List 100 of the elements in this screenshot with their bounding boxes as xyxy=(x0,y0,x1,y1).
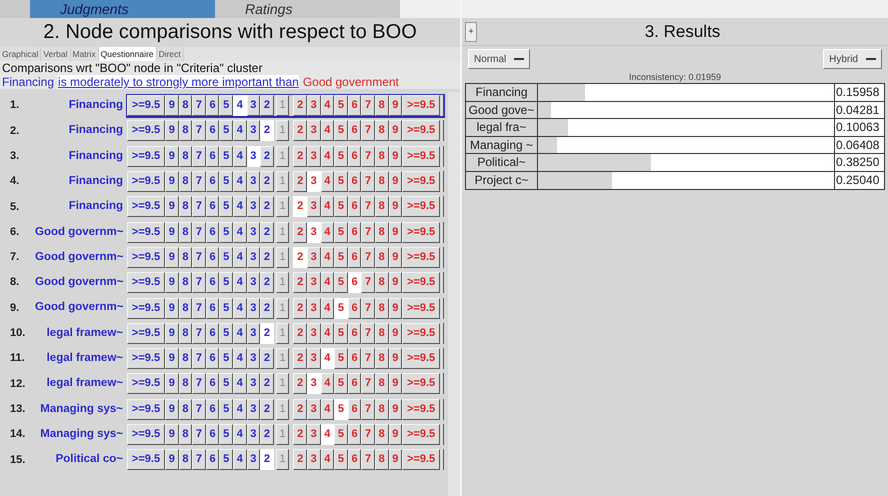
scale-cell[interactable]: 5 xyxy=(219,348,233,370)
mode-tab[interactable]: Verbal xyxy=(41,47,70,61)
scale-cell[interactable]: 3 xyxy=(246,94,260,116)
scale-cell[interactable]: 7 xyxy=(361,272,375,294)
scale-cell[interactable]: 7 xyxy=(361,246,375,268)
scale-cell[interactable]: 6 xyxy=(206,348,220,370)
scale-cell[interactable]: 5 xyxy=(334,373,348,394)
scale-cell[interactable]: 7 xyxy=(192,398,206,420)
scale-cell[interactable]: 5 xyxy=(219,246,233,268)
scale-cell[interactable]: 3 xyxy=(306,424,321,445)
scale-cell[interactable]: 7 xyxy=(361,196,375,218)
scale-cell[interactable]: 8 xyxy=(374,120,388,142)
mode-tab[interactable]: Matrix xyxy=(70,47,99,61)
scale-cell[interactable]: 6 xyxy=(206,171,220,192)
scale-cell[interactable]: 3 xyxy=(246,120,260,142)
scale-cell[interactable]: 4 xyxy=(232,348,247,370)
scale-cell[interactable]: 4 xyxy=(320,146,334,167)
scale-cell[interactable]: >=9.5 xyxy=(402,298,440,319)
scale-cell[interactable]: 4 xyxy=(320,348,334,370)
scale-cell[interactable]: 2 xyxy=(293,146,307,167)
scale-cell[interactable]: 6 xyxy=(206,398,220,420)
scale-cell[interactable]: 3 xyxy=(246,398,260,420)
scale-cell[interactable]: 8 xyxy=(374,196,388,218)
scale-cell[interactable]: 2 xyxy=(260,322,274,344)
scale-cell[interactable]: 3 xyxy=(306,196,321,218)
scale-cell[interactable]: 8 xyxy=(178,298,192,319)
scale-cell[interactable]: 7 xyxy=(361,222,375,243)
scale-cell[interactable]: 9 xyxy=(388,246,402,268)
scale-cell[interactable]: 2 xyxy=(293,171,307,192)
scale-cell[interactable]: 9 xyxy=(165,298,179,319)
scale-cell[interactable]: 8 xyxy=(374,348,388,370)
scale-cell[interactable]: >=9.5 xyxy=(127,171,165,192)
scale-cell[interactable]: 6 xyxy=(206,246,220,268)
scale-cell[interactable]: 8 xyxy=(178,171,192,192)
scale-cell[interactable]: 5 xyxy=(219,171,233,192)
scale-cell[interactable]: 8 xyxy=(178,322,192,344)
scale-cell[interactable]: 8 xyxy=(374,171,388,192)
top-tab[interactable]: Ratings xyxy=(215,0,400,18)
mode-tab[interactable]: Direct xyxy=(156,47,184,61)
scale-cell[interactable]: 4 xyxy=(232,272,247,294)
scale-cell[interactable]: 9 xyxy=(165,171,179,192)
scale-cell[interactable]: 2 xyxy=(260,449,274,470)
scale-cell[interactable]: 2 xyxy=(260,272,274,294)
scale-cell[interactable]: 9 xyxy=(388,94,402,116)
scale-cell[interactable]: 8 xyxy=(178,120,192,142)
scale-cell[interactable]: 4 xyxy=(320,94,334,116)
scale-cell[interactable]: 4 xyxy=(232,373,247,394)
scale-cell[interactable]: 8 xyxy=(374,94,388,116)
scale-cell[interactable]: 9 xyxy=(388,449,402,470)
scale-cell[interactable]: 3 xyxy=(306,222,321,243)
scale-cell[interactable]: 5 xyxy=(219,398,233,420)
scale-cell[interactable]: 6 xyxy=(348,424,362,445)
scale-cell[interactable]: 4 xyxy=(320,222,334,243)
scale-cell[interactable]: 1 xyxy=(276,298,290,319)
scale-cell[interactable]: 1 xyxy=(276,272,290,294)
scale-cell[interactable]: 8 xyxy=(374,398,388,420)
scale-cell[interactable]: 3 xyxy=(246,146,260,167)
scale-cell[interactable]: 2 xyxy=(293,298,307,319)
scale-cell[interactable]: 9 xyxy=(165,424,179,445)
scale-cell[interactable]: >=9.5 xyxy=(402,246,440,268)
scale-cell[interactable]: 8 xyxy=(374,373,388,394)
scale-cell[interactable]: 7 xyxy=(192,373,206,394)
scale-cell[interactable]: >=9.5 xyxy=(127,322,165,344)
scale-cell[interactable]: >=9.5 xyxy=(402,449,440,470)
scale-cell[interactable]: 2 xyxy=(260,398,274,420)
scale-cell[interactable]: 2 xyxy=(293,120,307,142)
scale-cell[interactable]: 3 xyxy=(306,298,321,319)
scale-cell[interactable]: 4 xyxy=(320,449,334,470)
scale-cell[interactable]: 8 xyxy=(178,398,192,420)
scale-cell[interactable]: 9 xyxy=(165,322,179,344)
scale-cell[interactable]: 5 xyxy=(334,298,348,319)
scale-cell[interactable]: 2 xyxy=(260,348,274,370)
scale-cell[interactable]: 9 xyxy=(388,146,402,167)
top-tab[interactable]: Judgments xyxy=(30,0,215,18)
scale-cell[interactable]: 5 xyxy=(334,348,348,370)
scale-cell[interactable]: 3 xyxy=(306,373,321,394)
scale-cell[interactable]: 9 xyxy=(165,373,179,394)
scale-cell[interactable]: 9 xyxy=(388,196,402,218)
scale-cell[interactable]: 9 xyxy=(388,322,402,344)
scale-cell[interactable]: 7 xyxy=(192,246,206,268)
scale-cell[interactable]: 8 xyxy=(374,424,388,445)
scale-cell[interactable]: 2 xyxy=(260,120,274,142)
scale-cell[interactable]: 6 xyxy=(206,373,220,394)
scale-cell[interactable]: 5 xyxy=(334,146,348,167)
scale-cell[interactable]: 9 xyxy=(165,222,179,243)
mode-dropdown[interactable]: Hybrid xyxy=(823,49,882,69)
scale-cell[interactable]: 3 xyxy=(246,449,260,470)
scale-cell[interactable]: 5 xyxy=(334,196,348,218)
scale-cell[interactable]: 6 xyxy=(206,298,220,319)
scale-cell[interactable]: 6 xyxy=(348,246,362,268)
scale-cell[interactable]: 1 xyxy=(276,348,290,370)
scale-cell[interactable]: 5 xyxy=(219,222,233,243)
scale-cell[interactable]: 7 xyxy=(361,424,375,445)
scale-cell[interactable]: 1 xyxy=(276,196,290,218)
scale-cell[interactable]: 3 xyxy=(246,322,260,344)
scale-cell[interactable]: 5 xyxy=(219,196,233,218)
scale-cell[interactable]: 4 xyxy=(232,171,247,192)
scale-cell[interactable]: 6 xyxy=(348,348,362,370)
scale-cell[interactable]: 4 xyxy=(320,120,334,142)
scale-cell[interactable]: 9 xyxy=(165,120,179,142)
